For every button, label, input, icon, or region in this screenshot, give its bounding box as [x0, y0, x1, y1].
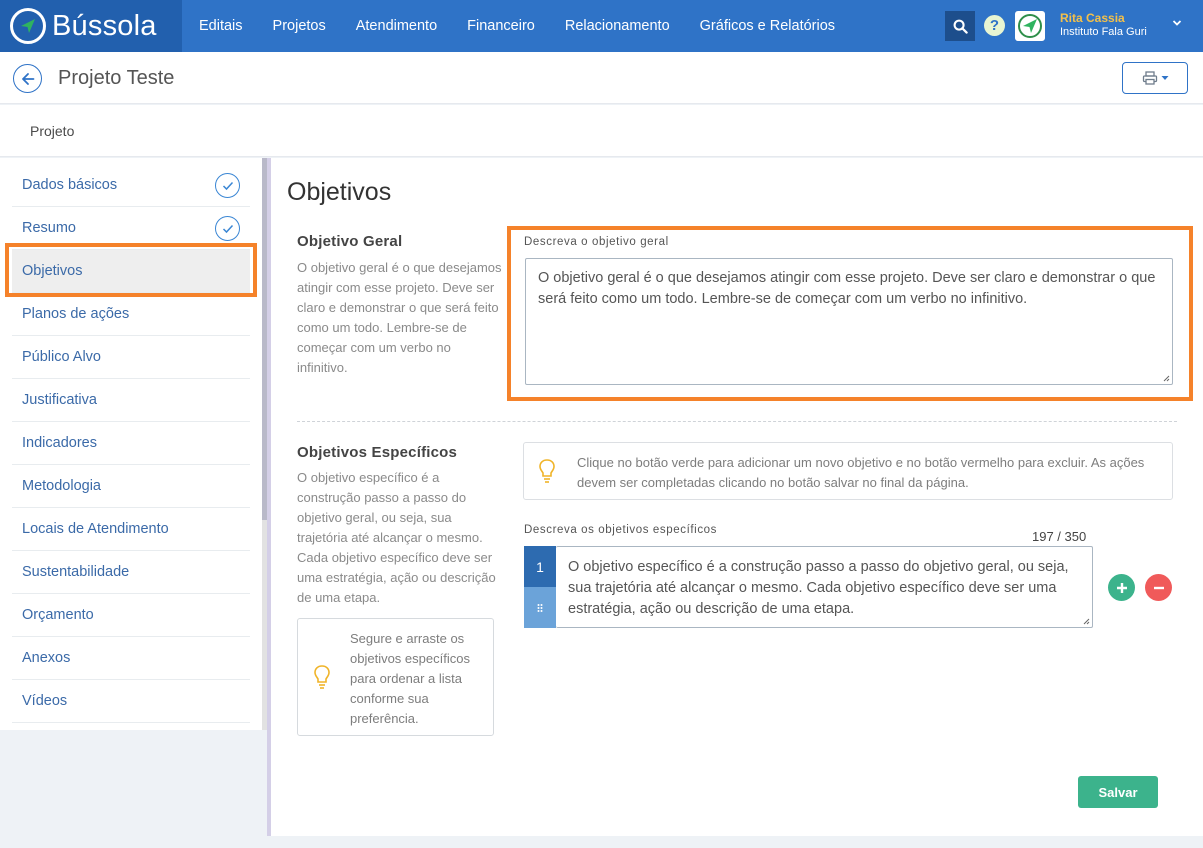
sidebar-item-indicadores[interactable]: Indicadores: [12, 422, 250, 465]
section-divider: [297, 421, 1177, 422]
specific-objective-value: O objetivo específico é a construção pas…: [568, 559, 1069, 617]
avatar[interactable]: [1015, 11, 1045, 41]
character-counter: 197 / 350: [1032, 529, 1087, 544]
minus-icon: [1153, 586, 1164, 589]
main-content: Objetivos Objetivo Geral O objetivo gera…: [267, 158, 1203, 836]
arrow-left-icon: [21, 72, 34, 85]
sidebar-item-publico-alvo[interactable]: Público Alvo: [12, 336, 250, 379]
search-button[interactable]: [945, 11, 975, 41]
app-name: Bússola: [52, 9, 157, 42]
drag-dots-icon[interactable]: [524, 587, 556, 628]
objective-drag-handle[interactable]: 1: [524, 546, 556, 628]
add-objective-button[interactable]: [1108, 574, 1135, 601]
help-icon[interactable]: ?: [984, 15, 1005, 36]
general-objective-label: Descreva o objetivo geral: [524, 236, 669, 248]
printer-icon: [1142, 71, 1157, 85]
sidebar-item-dados-basicos[interactable]: Dados básicos: [12, 164, 250, 207]
user-organization[interactable]: Instituto Fala Guri: [1060, 26, 1147, 38]
save-button[interactable]: Salvar: [1078, 776, 1158, 808]
drag-hint-box: Segure e arraste os objetivos específico…: [297, 618, 494, 736]
breadcrumb: Projeto: [0, 105, 1203, 157]
sidebar-item-planos-de-acoes[interactable]: Planos de ações: [12, 293, 250, 336]
logo[interactable]: Bússola: [0, 0, 182, 52]
sidebar-item-label: Indicadores: [22, 435, 97, 451]
general-objective-value: O objetivo geral é o que desejamos ating…: [538, 270, 1156, 307]
check-circle-icon: [215, 173, 240, 198]
user-name[interactable]: Rita Cassia: [1060, 11, 1125, 25]
lightbulb-icon: [539, 459, 555, 483]
plus-icon: [1116, 582, 1127, 593]
sidebar-item-locais-de-atendimento[interactable]: Locais de Atendimento: [12, 508, 250, 551]
nav-item-atendimento[interactable]: Atendimento: [356, 18, 437, 34]
info-tip-box: Clique no botão verde para adicionar um …: [523, 442, 1173, 500]
sidebar-item-label: Público Alvo: [22, 349, 101, 365]
specific-objectives-label: Descreva os objetivos específicos: [524, 524, 718, 536]
section-heading: Objetivos: [287, 178, 392, 206]
sidebar-item-label: Planos de ações: [22, 306, 130, 322]
main-nav: Editais Projetos Atendimento Financeiro …: [199, 0, 865, 52]
page-title: Projeto Teste: [58, 67, 175, 89]
sidebar-item-label: Metodologia: [22, 478, 101, 494]
general-objective-textarea[interactable]: O objetivo geral é o que desejamos ating…: [525, 258, 1173, 385]
sidebar-item-label: Vídeos: [22, 693, 68, 709]
specific-objective-textarea[interactable]: O objetivo específico é a construção pas…: [556, 546, 1093, 628]
sidebar-item-anexos[interactable]: Anexos: [12, 637, 250, 680]
specific-objectives-description: O objetivo específico é a construção pas…: [297, 470, 496, 605]
back-button[interactable]: [13, 64, 42, 93]
sidebar-item-label: Justificativa: [22, 392, 97, 408]
sidebar-item-label: Resumo: [22, 220, 76, 236]
check-circle-icon: [215, 216, 240, 241]
sidebar-item-label: Dados básicos: [22, 177, 118, 193]
sidebar-item-label: Anexos: [22, 650, 71, 666]
sidebar-item-label: Sustentabilidade: [22, 564, 130, 580]
resize-grip-icon[interactable]: [1162, 374, 1170, 382]
sidebar-item-objetivos[interactable]: Objetivos: [12, 250, 250, 293]
specific-objectives-title: Objetivos Específicos: [297, 444, 458, 461]
caret-down-icon: [1161, 76, 1168, 80]
chevron-down-icon[interactable]: [1172, 18, 1182, 28]
search-icon: [953, 19, 968, 34]
top-navbar: Bússola Editais Projetos Atendimento Fin…: [0, 0, 1203, 52]
sidebar-item-label: Locais de Atendimento: [22, 521, 169, 537]
nav-item-editais[interactable]: Editais: [199, 18, 243, 34]
drag-hint-text: Segure e arraste os objetivos específico…: [350, 631, 470, 726]
sidebar-item-orcamento[interactable]: Orçamento: [12, 594, 250, 637]
nav-item-projetos[interactable]: Projetos: [273, 18, 326, 34]
org-logo-icon: [1018, 14, 1042, 38]
page-header: Projeto Teste: [0, 52, 1203, 104]
info-tip-text: Clique no botão verde para adicionar um …: [577, 455, 1145, 490]
breadcrumb-projeto[interactable]: Projeto: [30, 123, 74, 139]
compass-icon: [10, 8, 46, 44]
sidebar-item-metodologia[interactable]: Metodologia: [12, 465, 250, 508]
sidebar-item-label: Orçamento: [22, 607, 94, 623]
lightbulb-icon: [314, 665, 330, 689]
general-objective-title: Objetivo Geral: [297, 233, 403, 250]
general-objective-description: O objetivo geral é o que desejamos ating…: [297, 260, 502, 375]
sidebar-item-videos[interactable]: Vídeos: [12, 680, 250, 723]
sidebar-item-label: Objetivos: [22, 263, 83, 279]
remove-objective-button[interactable]: [1145, 574, 1172, 601]
nav-item-graficos-relatorios[interactable]: Gráficos e Relatórios: [700, 18, 835, 34]
nav-item-financeiro[interactable]: Financeiro: [467, 18, 535, 34]
nav-item-relacionamento[interactable]: Relacionamento: [565, 18, 670, 34]
sidebar-item-resumo[interactable]: Resumo: [12, 207, 250, 250]
sidebar: Dados básicos Resumo Objetivos Planos de…: [0, 158, 262, 730]
print-button[interactable]: [1122, 62, 1188, 94]
objective-number: 1: [524, 546, 556, 587]
resize-grip-icon[interactable]: [1082, 617, 1090, 625]
sidebar-item-justificativa[interactable]: Justificativa: [12, 379, 250, 422]
sidebar-item-sustentabilidade[interactable]: Sustentabilidade: [12, 551, 250, 594]
